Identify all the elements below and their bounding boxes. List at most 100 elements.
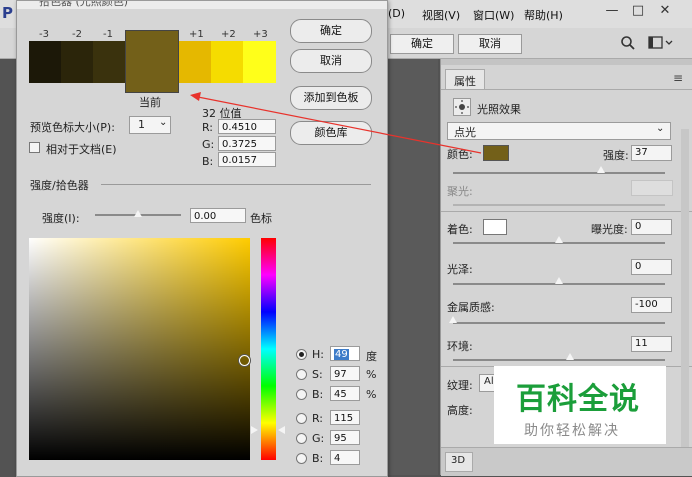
dialog-titlebar: 拾色器 (光照颜色) (17, 1, 387, 9)
swatch-label: -1 (103, 29, 113, 40)
panel-divider (441, 211, 692, 212)
hue-slider-left-handle[interactable] (251, 426, 258, 434)
intensity-unit-label: 色标 (250, 212, 272, 225)
red-radio[interactable] (296, 413, 307, 424)
green-field[interactable]: 95 (330, 430, 360, 445)
swatch-label: -2 (72, 29, 82, 40)
saturation-field[interactable]: 97 (330, 366, 360, 381)
red-field[interactable]: 115 (330, 410, 360, 425)
hue-slider-right-handle[interactable] (278, 426, 285, 434)
b32-label: B: (202, 155, 214, 168)
current-color-swatch (125, 30, 179, 93)
ambience-field[interactable]: 11 (631, 336, 672, 352)
tint-label: 着色: (447, 223, 473, 236)
exposure-swatch-plus-3[interactable] (243, 41, 276, 83)
saturation-brightness-field[interactable] (29, 238, 250, 460)
menu-item-help[interactable]: 帮助(H) (524, 7, 563, 23)
r32-field[interactable]: 0.4510 (218, 119, 276, 134)
exposure-field[interactable]: 0 (631, 219, 672, 235)
filter-cancel-button[interactable]: 取消 (458, 34, 522, 54)
close-button[interactable]: ✕ (657, 3, 673, 19)
dialog-title: 拾色器 (光照颜色) (39, 1, 129, 8)
intensity-slider-handle[interactable] (597, 166, 606, 173)
app-logo: P (2, 4, 13, 22)
exposure-label: 曝光度: (591, 223, 628, 236)
intensity-slider-track[interactable] (453, 172, 665, 174)
workspace-switcher-icon[interactable] (648, 35, 674, 51)
metallic-field[interactable]: -100 (631, 297, 672, 313)
tab-3d[interactable]: 3D (445, 452, 473, 472)
ok-button[interactable]: 确定 (290, 19, 372, 43)
hotspot-label: 聚光: (447, 185, 473, 198)
intensity-field[interactable]: 37 (631, 145, 672, 161)
panel-top-strip (441, 59, 692, 65)
swatch-size-select[interactable]: 1 ⌄ (129, 116, 171, 134)
metallic-slider-track[interactable] (453, 322, 665, 324)
swatch-size-value: 1 (138, 118, 145, 131)
search-icon[interactable] (620, 35, 636, 51)
watermark-subtitle: 助你轻松解决 (524, 423, 620, 439)
intensity-field[interactable]: 0.00 (190, 208, 246, 223)
b-rgb-label: B: (312, 452, 324, 465)
filter-ok-button[interactable]: 确定 (390, 34, 454, 54)
intensity-section-label: 强度/拾色器 (30, 179, 89, 192)
menu-item-image[interactable]: (D) (388, 7, 405, 20)
ambience-slider-track[interactable] (453, 359, 665, 361)
current-label: 当前 (139, 96, 161, 109)
ambience-slider-handle[interactable] (565, 353, 574, 360)
intensity-label: 强度: (603, 149, 629, 162)
cancel-button[interactable]: 取消 (290, 49, 372, 73)
light-color-swatch[interactable] (483, 145, 509, 161)
add-to-swatches-button[interactable]: 添加到色板 (290, 86, 372, 110)
h-label: H: (312, 348, 324, 361)
hue-field[interactable]: 49 (330, 346, 360, 361)
hue-radio[interactable] (296, 349, 307, 360)
panel-scrollbar[interactable] (681, 129, 689, 447)
gloss-field[interactable]: 0 (631, 259, 672, 275)
saturation-radio[interactable] (296, 369, 307, 380)
color-picker-cursor[interactable] (239, 355, 250, 366)
exposure-swatch-plus-1[interactable] (179, 41, 211, 83)
gloss-label: 光泽: (447, 263, 473, 276)
color-libraries-button[interactable]: 颜色库 (290, 121, 372, 145)
tab-properties[interactable]: 属性 (445, 69, 485, 90)
hue-slider[interactable] (261, 238, 276, 460)
menu-item-view[interactable]: 视图(V) (422, 7, 460, 23)
swatch-label: +2 (221, 29, 236, 40)
watermark-title: 百科全说 (516, 382, 640, 417)
saturation-unit-label: % (366, 368, 377, 381)
restore-button[interactable]: □ (630, 3, 646, 19)
brightness-unit-label: % (366, 388, 377, 401)
r-label: R: (312, 412, 324, 425)
metallic-slider-handle[interactable] (449, 316, 457, 323)
effect-title: 光照效果 (477, 103, 521, 116)
light-type-select[interactable]: 点光 ⌄ (447, 122, 671, 140)
green-radio[interactable] (296, 433, 307, 444)
exposure-swatch-minus-3[interactable] (29, 41, 61, 83)
document-canvas-area (386, 59, 438, 475)
exposure-slider-handle[interactable] (555, 236, 563, 243)
intensity-slider-handle[interactable] (134, 210, 142, 217)
gloss-slider-handle[interactable] (555, 277, 563, 284)
tab-properties-label: 属性 (454, 75, 476, 88)
exposure-swatch-plus-2[interactable] (211, 41, 243, 83)
b32-field[interactable]: 0.0157 (218, 152, 276, 167)
menu-item-window[interactable]: 窗口(W) (473, 7, 514, 23)
texture-value: Al (484, 376, 494, 387)
texture-label: 纹理: (447, 379, 473, 392)
minimize-button[interactable]: — (604, 3, 620, 19)
brightness-radio[interactable] (296, 389, 307, 400)
exposure-swatch-minus-2[interactable] (61, 41, 93, 83)
blue-field[interactable]: 4 (330, 450, 360, 465)
panel-menu-icon[interactable]: ≡ (673, 71, 683, 85)
exposure-swatch-minus-1[interactable] (93, 41, 125, 83)
relative-to-document-checkbox[interactable] (29, 142, 40, 153)
g32-field[interactable]: 0.3725 (218, 136, 276, 151)
ambience-label: 环境: (447, 340, 473, 353)
swatch-size-label: 预览色标大小(P): (30, 121, 115, 134)
section-divider (101, 184, 371, 185)
color-label: 颜色: (447, 148, 473, 161)
tint-color-swatch[interactable] (483, 219, 507, 235)
brightness-field[interactable]: 45 (330, 386, 360, 401)
blue-radio[interactable] (296, 453, 307, 464)
